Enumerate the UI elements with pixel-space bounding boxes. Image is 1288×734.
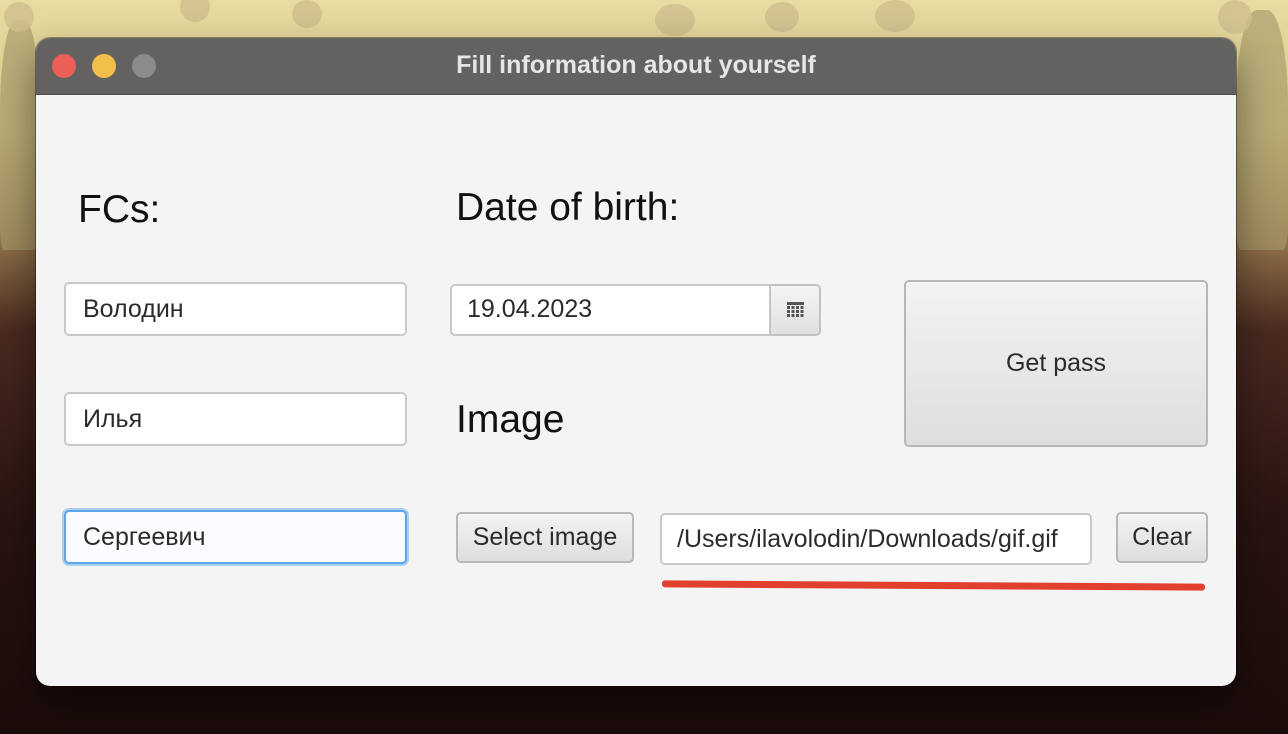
date-picker-button[interactable] xyxy=(770,284,821,336)
clear-button[interactable]: Clear xyxy=(1116,512,1208,563)
wallpaper-figure-head xyxy=(4,2,34,32)
fcs-label: FCs: xyxy=(78,188,161,231)
wallpaper-figure-head xyxy=(765,2,799,32)
wallpaper-figure-head xyxy=(1218,0,1252,34)
wallpaper-figure xyxy=(1236,10,1288,250)
image-label: Image xyxy=(456,398,565,441)
wallpaper-figure-head xyxy=(180,0,210,22)
date-of-birth-label: Date of birth: xyxy=(456,186,680,229)
wallpaper-figure-head xyxy=(875,0,915,32)
last-name-field[interactable]: Володин xyxy=(64,282,407,336)
calendar-icon xyxy=(787,302,804,317)
get-pass-button[interactable]: Get pass xyxy=(904,280,1208,447)
select-image-button[interactable]: Select image xyxy=(456,512,634,563)
image-path-field[interactable]: /Users/ilavolodin/Downloads/gif.gif xyxy=(660,513,1092,565)
window-title: Fill information about yourself xyxy=(456,51,816,79)
wallpaper-figure xyxy=(0,20,40,250)
patronymic-field[interactable]: Сергеевич xyxy=(64,510,407,564)
date-of-birth-field[interactable]: 19.04.2023 xyxy=(450,284,771,336)
first-name-field[interactable]: Илья xyxy=(64,392,407,446)
wallpaper-figure-head xyxy=(655,4,695,36)
wallpaper-figure-head xyxy=(292,0,322,28)
window-titlebar[interactable]: Fill information about yourself xyxy=(36,38,1236,95)
